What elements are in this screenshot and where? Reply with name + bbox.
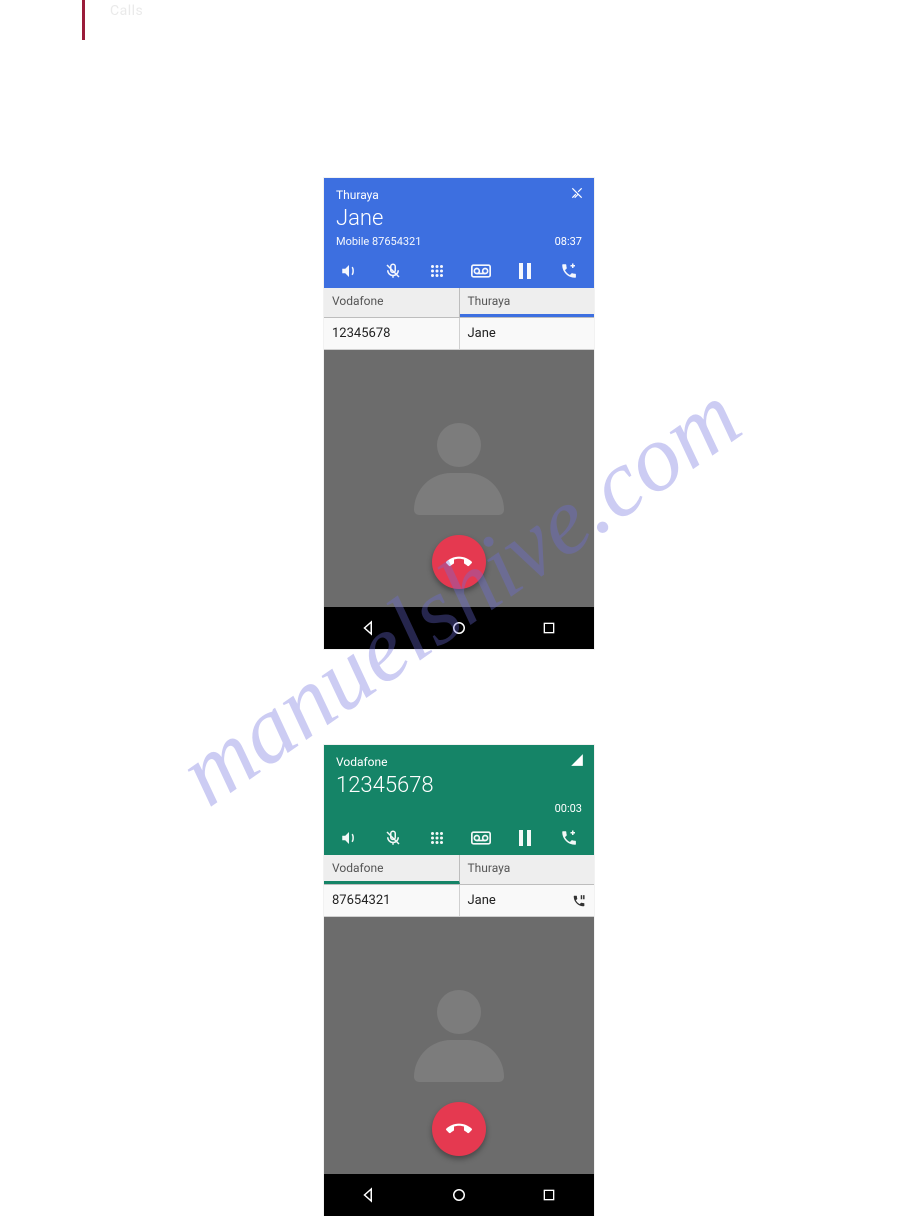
cell-signal-icon <box>570 753 584 767</box>
call-toolbar <box>336 815 582 849</box>
screenshots-container: Thuraya Jane Mobile 87654321 08:37 <box>0 178 918 1216</box>
end-call-button[interactable] <box>432 535 486 589</box>
tab-vodafone[interactable]: Vodafone <box>324 288 460 317</box>
call-tabs-content: 87654321 Jane <box>324 885 594 917</box>
mute-button[interactable] <box>382 827 404 849</box>
speaker-button[interactable] <box>338 827 360 849</box>
tab-value-label: Jane <box>468 326 496 341</box>
tab-content-vodafone[interactable]: 12345678 <box>324 318 460 349</box>
avatar-placeholder-icon <box>404 990 514 1082</box>
call-duration: 08:37 <box>555 235 582 248</box>
call-header: Thuraya Jane Mobile 87654321 08:37 <box>324 178 594 288</box>
caller-name: Jane <box>336 206 582 231</box>
android-navbar <box>324 1174 594 1216</box>
back-button[interactable] <box>351 1177 387 1213</box>
carrier-label: Vodafone <box>336 755 582 769</box>
home-button[interactable] <box>441 610 477 646</box>
call-toolbar <box>336 248 582 282</box>
contact-avatar-area <box>324 350 594 607</box>
add-call-button[interactable] <box>558 827 580 849</box>
recents-button[interactable] <box>531 1177 567 1213</box>
call-tabs: Vodafone Thuraya <box>324 288 594 318</box>
page-section-label: Calls <box>110 3 143 19</box>
voicemail-button[interactable] <box>470 827 492 849</box>
call-header: Vodafone 12345678 00:03 <box>324 745 594 855</box>
tab-content-thuraya[interactable]: Jane <box>460 318 595 349</box>
speaker-button[interactable] <box>338 260 360 282</box>
call-duration: 00:03 <box>555 802 582 815</box>
contact-avatar-area <box>324 917 594 1174</box>
voicemail-button[interactable] <box>470 260 492 282</box>
tab-value-label: 87654321 <box>332 893 390 908</box>
mute-button[interactable] <box>382 260 404 282</box>
tab-value-label: Jane <box>468 893 496 908</box>
tab-value-label: 12345678 <box>332 326 390 341</box>
end-call-button[interactable] <box>432 1102 486 1156</box>
caller-name: 12345678 <box>336 773 582 798</box>
carrier-label: Thuraya <box>336 188 582 202</box>
caller-number-label: Mobile 87654321 <box>336 235 421 248</box>
recents-button[interactable] <box>531 610 567 646</box>
avatar-placeholder-icon <box>404 423 514 515</box>
hold-button[interactable] <box>514 827 536 849</box>
phone-screenshot-thuraya: Thuraya Jane Mobile 87654321 08:37 <box>324 178 594 649</box>
call-tabs: Vodafone Thuraya <box>324 855 594 885</box>
home-button[interactable] <box>441 1177 477 1213</box>
phone-screenshot-vodafone: Vodafone 12345678 00:03 <box>324 745 594 1216</box>
page-margin-rule <box>82 0 85 40</box>
tab-vodafone[interactable]: Vodafone <box>324 855 460 884</box>
tab-thuraya[interactable]: Thuraya <box>460 855 595 884</box>
satellite-signal-icon <box>570 186 584 200</box>
back-button[interactable] <box>351 610 387 646</box>
tab-thuraya[interactable]: Thuraya <box>460 288 595 317</box>
android-navbar <box>324 607 594 649</box>
dialpad-button[interactable] <box>426 260 448 282</box>
on-hold-call-icon <box>572 894 586 908</box>
hold-button[interactable] <box>514 260 536 282</box>
tab-content-vodafone[interactable]: 87654321 <box>324 885 460 916</box>
dialpad-button[interactable] <box>426 827 448 849</box>
tab-content-thuraya[interactable]: Jane <box>460 885 595 916</box>
add-call-button[interactable] <box>558 260 580 282</box>
call-tabs-content: 12345678 Jane <box>324 318 594 350</box>
